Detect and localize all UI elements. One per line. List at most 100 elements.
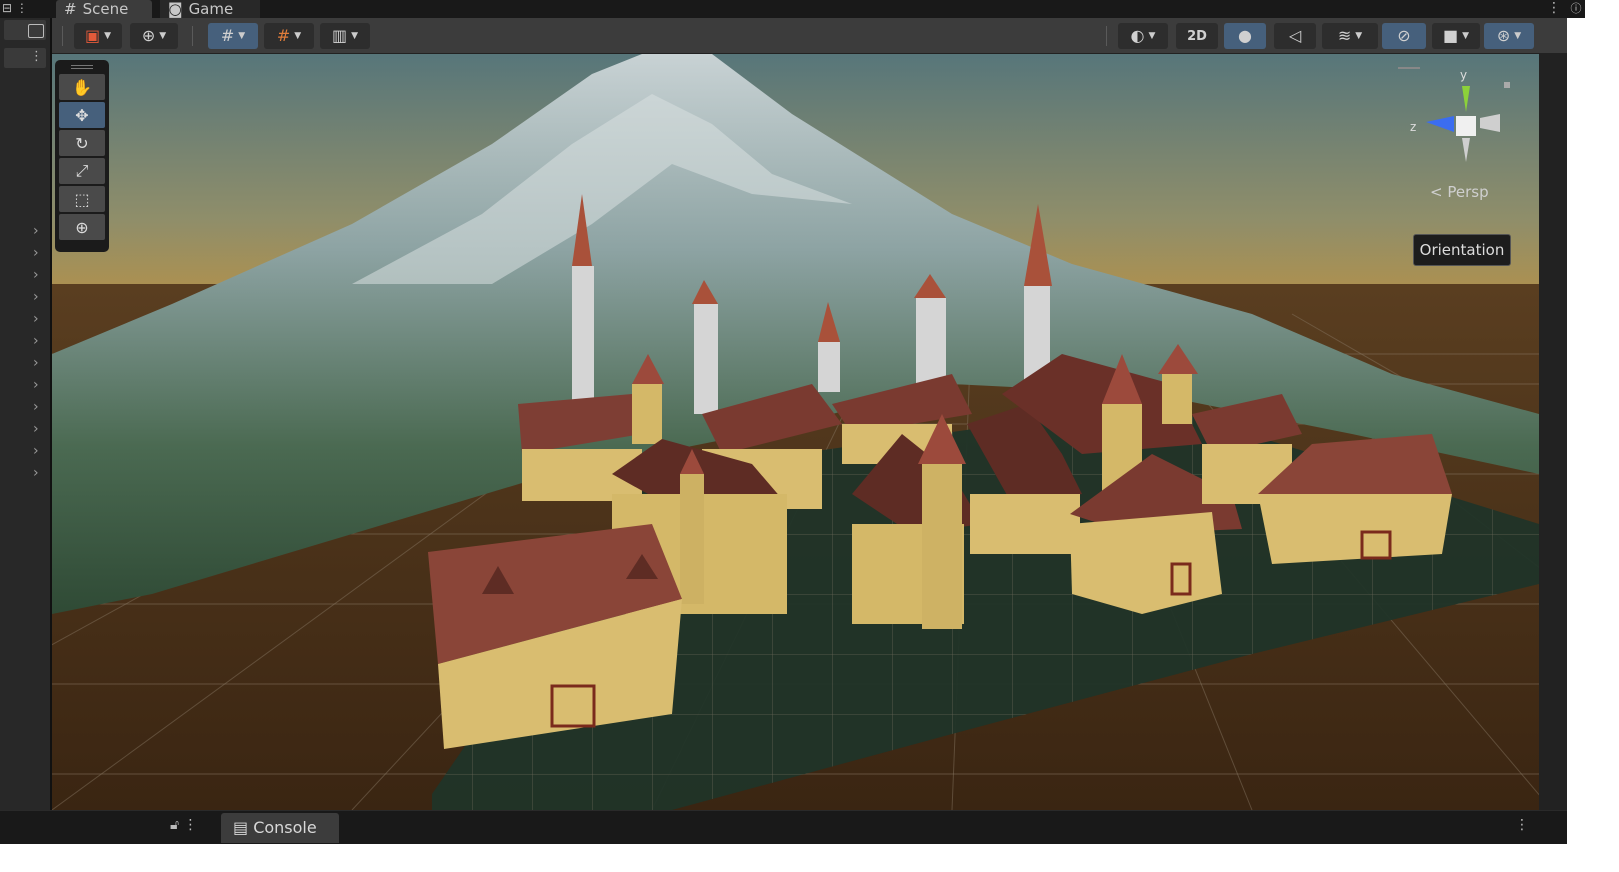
2d-toggle-button[interactable]: 2D: [1176, 23, 1218, 49]
viewport-right-border: [1539, 54, 1567, 810]
rotate-icon: ↻: [75, 133, 89, 153]
shading-sphere-icon: ◐: [1130, 26, 1145, 45]
left-panel-strip: ⋮ › › › › › › › › › › › ›: [0, 18, 52, 836]
globe-icon: ⊕: [141, 26, 156, 45]
scene-render: [52, 54, 1539, 810]
grid-snap-button[interactable]: # ▼: [208, 23, 258, 49]
expand-chevron-icon[interactable]: ›: [33, 312, 39, 326]
gizmos-toggle-button[interactable]: ⊛ ▼: [1484, 23, 1534, 49]
expand-chevron-icon[interactable]: ›: [33, 356, 39, 370]
camera-settings-button[interactable]: ■ ▼: [1432, 23, 1480, 49]
move-arrows-icon: ✥: [75, 105, 89, 125]
y-axis-cone: [1462, 86, 1470, 112]
tab-scene-label: Scene: [82, 0, 129, 18]
y-axis-label: y: [1460, 68, 1468, 82]
z-axis-label: z: [1410, 120, 1417, 134]
dropdown-arrow-icon: ▼: [104, 31, 112, 41]
tab-console-label: Console: [253, 818, 317, 837]
expand-chevron-icon[interactable]: ›: [33, 268, 39, 282]
dropdown-arrow-icon: ▼: [1148, 31, 1156, 41]
dropdown-arrow-icon: ▼: [1355, 31, 1363, 41]
expand-chevron-icon[interactable]: ›: [33, 334, 39, 348]
toolbar-separator: [192, 26, 193, 46]
dropdown-arrow-icon: ▼: [238, 31, 246, 41]
bottom-panel-bar: 🔓︎ ⋮ ▤ Console ⋮: [0, 810, 1567, 844]
tab-strip: ⊟ ⋮ # Scene ◙ Game ⋮: [0, 0, 1619, 18]
lighting-toggle-button[interactable]: ●: [1224, 23, 1266, 49]
tab-game[interactable]: ◙ Game: [160, 0, 260, 18]
expand-chevron-icon[interactable]: ›: [33, 246, 39, 260]
grid-snap-icon: #: [220, 26, 235, 45]
scale-tool-button[interactable]: ⤢: [59, 158, 105, 184]
camera-icon: ■: [1442, 26, 1459, 45]
left-panel-search[interactable]: [4, 20, 46, 40]
lock-icon[interactable]: 🔓︎ ⋮: [170, 817, 198, 833]
left-panel-menu[interactable]: ⋮: [4, 48, 46, 68]
expand-chevron-icon[interactable]: ›: [33, 290, 39, 304]
orientation-tooltip: Orientation: [1413, 234, 1511, 266]
window-right-edge: ⓘ: [1567, 0, 1619, 872]
info-icon[interactable]: ⓘ: [1567, 0, 1585, 18]
maximize-icon: [28, 24, 44, 38]
shading-mode-button[interactable]: ◐ ▼: [1118, 23, 1168, 49]
projection-toggle[interactable]: < Persp: [1430, 183, 1489, 201]
z-axis-cone: [1426, 116, 1454, 132]
dropdown-arrow-icon: ▼: [159, 31, 167, 41]
transform-tool-button[interactable]: ⊕: [59, 214, 105, 240]
panel-corner-menu[interactable]: ⊟ ⋮: [2, 0, 38, 18]
toolbar-separator: [62, 26, 63, 46]
expand-chevron-icon[interactable]: ›: [33, 444, 39, 458]
lightbulb-icon: ●: [1238, 26, 1252, 45]
scene-viewport[interactable]: [52, 54, 1539, 810]
grid-lines-icon: ▥: [331, 26, 348, 45]
scale-icon: ⤢: [75, 161, 89, 180]
gizmo-center-cube[interactable]: [1456, 116, 1476, 136]
expand-chevron-icon[interactable]: ›: [33, 378, 39, 392]
increment-snap-icon: #: [276, 26, 291, 45]
window-bottom-edge: [0, 844, 1619, 872]
tab-game-label: Game: [188, 0, 234, 18]
expand-chevron-icon[interactable]: ›: [33, 400, 39, 414]
dropdown-arrow-icon: ▼: [1462, 31, 1470, 41]
effects-layers-icon: ≋: [1337, 26, 1352, 45]
expand-chevron-icon[interactable]: ›: [33, 224, 39, 238]
dropdown-arrow-icon: ▼: [351, 31, 359, 41]
effects-toggle-button[interactable]: ≋ ▼: [1322, 23, 1378, 49]
audio-toggle-button[interactable]: ◁: [1274, 23, 1316, 49]
gizmo-globe-icon: ⊛: [1496, 26, 1511, 45]
move-tool-button[interactable]: ✥: [59, 102, 105, 128]
rotate-tool-button[interactable]: ↻: [59, 130, 105, 156]
speaker-muted-icon: ◁: [1288, 26, 1302, 45]
rect-transform-icon: ⬚: [74, 189, 90, 209]
palette-grip-handle[interactable]: [71, 65, 93, 69]
expand-chevron-icon[interactable]: ›: [33, 466, 39, 480]
hand-tool-button[interactable]: ✋: [59, 74, 105, 100]
tab-console[interactable]: ▤ Console: [221, 813, 339, 843]
global-local-button[interactable]: ⊕ ▼: [130, 23, 178, 49]
console-kebab-menu[interactable]: ⋮: [1515, 817, 1529, 833]
dropdown-arrow-icon: ▼: [294, 31, 302, 41]
gamepad-icon: ◙: [168, 0, 183, 18]
unity-editor-window: ⊟ ⋮ # Scene ◙ Game ⋮ ⋮ › › › › › › › › ›…: [0, 0, 1619, 872]
transform-icon: ⊕: [75, 217, 89, 237]
gizmo-toggle-button[interactable]: ▣ ▼: [74, 23, 122, 49]
hand-icon: ✋: [72, 77, 92, 97]
scene-tool-palette: ✋ ✥ ↻ ⤢ ⬚ ⊕: [55, 60, 109, 252]
hidden-objects-toggle-button[interactable]: ⊘: [1382, 23, 1426, 49]
tab-scene[interactable]: # Scene: [56, 0, 152, 18]
projection-label: Persp: [1447, 183, 1489, 201]
2d-label: 2D: [1187, 28, 1207, 44]
eye-slash-icon: ⊘: [1397, 26, 1411, 45]
rect-tool-button[interactable]: ⬚: [59, 186, 105, 212]
hash-icon: #: [64, 0, 77, 18]
kebab-icon: ⋮: [30, 49, 43, 64]
scene-toolbar: ▣ ▼ ⊕ ▼ # ▼ # ▼ ▥ ▼ ◐ ▼ 2D ● ◁ ≋ ▼ ⊘ ■ ▼…: [52, 18, 1567, 54]
console-icon: ▤: [233, 818, 254, 837]
tab-kebab-menu[interactable]: ⋮: [1547, 0, 1561, 16]
dropdown-arrow-icon: ▼: [1514, 31, 1522, 41]
grid-visibility-button[interactable]: ▥ ▼: [320, 23, 370, 49]
expand-chevron-icon[interactable]: ›: [33, 422, 39, 436]
tool-handle-icon: ▣: [84, 26, 101, 45]
increment-snap-button[interactable]: # ▼: [264, 23, 314, 49]
toolbar-separator: [1106, 26, 1107, 46]
